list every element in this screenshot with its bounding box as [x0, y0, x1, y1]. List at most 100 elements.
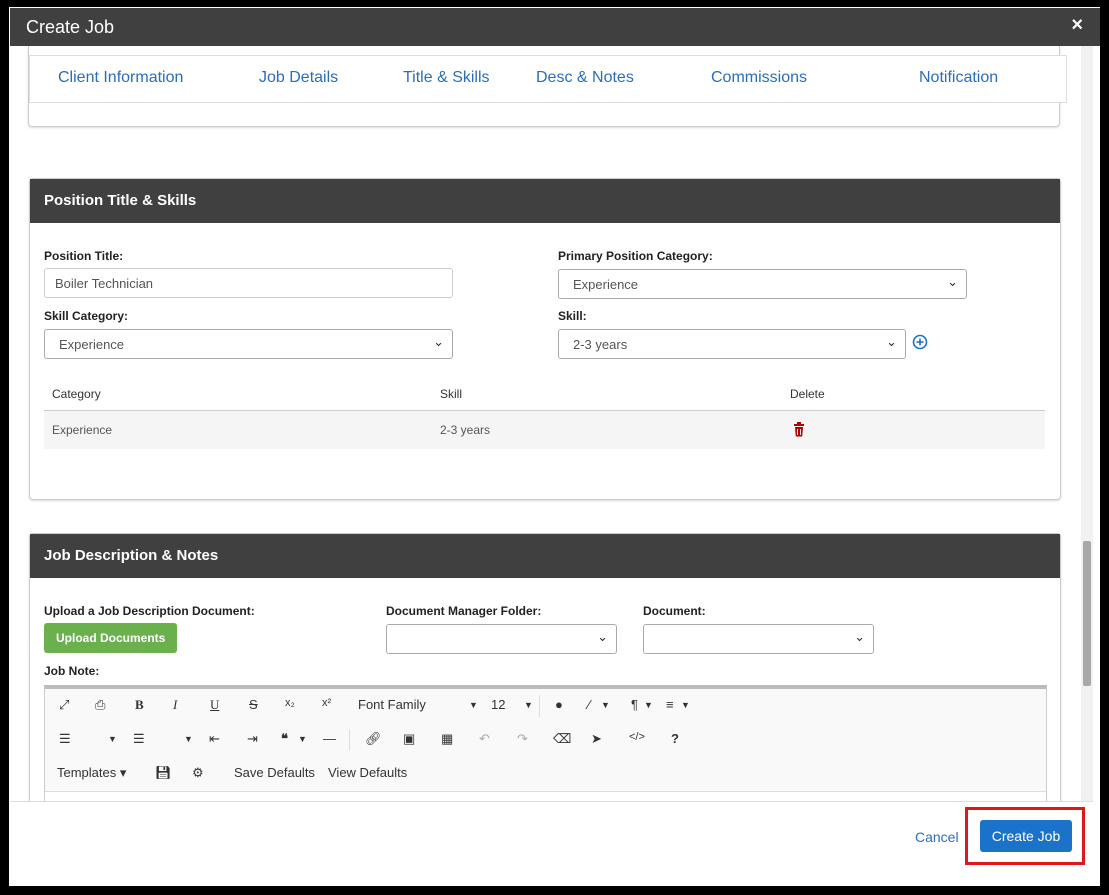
editor-toolbar-row-1: ⤢ ⎙ B I U S x₂ x² Font Family ▼ 12 ▼ ● ⁄… — [45, 689, 1046, 724]
column-header-delete: Delete — [790, 387, 825, 401]
quote-icon[interactable]: ❝ — [281, 731, 288, 747]
bold-icon[interactable]: B — [135, 697, 144, 713]
document-folder-select[interactable]: ⌄ — [386, 624, 617, 654]
redo-icon[interactable]: ↷ — [517, 731, 528, 747]
tab-commissions[interactable]: Commissions — [711, 69, 807, 87]
skill-label: Skill: — [558, 309, 587, 323]
caret-down-icon[interactable]: ▼ — [469, 700, 478, 710]
caret-down-icon: ▼ — [644, 700, 653, 710]
chevron-down-icon: ⌄ — [854, 629, 865, 644]
scrollbar-thumb[interactable] — [1083, 541, 1091, 686]
dialog-content: Client Information Job Details Title & S… — [10, 46, 1080, 801]
add-skill-icon[interactable] — [912, 334, 928, 350]
code-view-icon[interactable]: </> — [629, 731, 645, 743]
chevron-down-icon: ⌄ — [947, 274, 958, 289]
magic-wand-icon[interactable]: ⁄ — [588, 697, 590, 712]
tab-notification[interactable]: Notification — [919, 69, 998, 87]
dialog-title: Create Job — [26, 17, 115, 37]
italic-icon[interactable]: I — [173, 697, 177, 713]
row-category: Experience — [52, 423, 113, 437]
caret-down-icon[interactable]: ▼ — [108, 734, 117, 744]
horizontal-rule-icon[interactable]: — — [323, 731, 336, 746]
outdent-icon[interactable]: ⇤ — [209, 731, 220, 747]
help-icon[interactable]: ? — [671, 731, 679, 746]
pointer-icon[interactable]: ➤ — [591, 731, 602, 747]
primary-category-value: Experience — [573, 277, 639, 292]
subscript-icon[interactable]: x₂ — [285, 697, 295, 709]
column-header-skill: Skill — [440, 387, 463, 401]
unordered-list-icon[interactable]: ☰ — [133, 731, 145, 747]
underline-icon[interactable]: U — [210, 697, 219, 713]
section-header: Job Description & Notes — [30, 534, 1060, 578]
ordered-list-icon[interactable]: ☰ — [59, 731, 71, 747]
skill-select[interactable]: 2-3 years ⌄ — [558, 329, 906, 359]
link-icon[interactable]: 🔗︎ — [365, 731, 382, 747]
caret-down-icon: ▼ — [681, 700, 690, 710]
paragraph-icon[interactable]: ¶ — [631, 697, 638, 712]
upload-documents-button[interactable]: Upload Documents — [44, 623, 178, 653]
column-header-category: Category — [52, 387, 101, 401]
fullscreen-icon[interactable]: ⤢ — [59, 697, 69, 713]
job-note-label: Job Note: — [44, 664, 100, 678]
templates-dropdown[interactable]: Templates ▾ — [57, 765, 126, 781]
primary-category-select[interactable]: Experience ⌄ — [558, 269, 967, 299]
eraser-icon[interactable]: ⌫ — [553, 731, 571, 747]
strikethrough-icon[interactable]: S — [249, 697, 258, 712]
image-icon[interactable]: ▣ — [403, 731, 415, 747]
align-icon[interactable]: ≡ — [666, 697, 674, 712]
gear-icon[interactable]: ⚙ — [192, 765, 204, 781]
caret-down-icon: ▼ — [601, 700, 610, 710]
trash-icon[interactable] — [793, 422, 805, 437]
font-size-label: 12 — [491, 697, 506, 712]
toolbar-divider — [539, 695, 540, 717]
table-row: Experience 2-3 years — [44, 410, 1045, 449]
tab-client-information[interactable]: Client Information — [58, 69, 183, 87]
document-select[interactable]: ⌄ — [643, 624, 874, 654]
editor-toolbar-row-3: Templates ▾ 💾︎ ⚙ Save Defaults View Defa… — [45, 757, 1046, 792]
undo-icon[interactable]: ↶ — [479, 731, 490, 747]
section-title: Position Title & Skills — [44, 192, 197, 209]
section-header: Position Title & Skills — [30, 179, 1060, 223]
superscript-icon[interactable]: x² — [322, 697, 331, 709]
dialog-footer: Cancel Create Job — [10, 801, 1093, 888]
font-size-dropdown[interactable]: 12 — [491, 697, 505, 712]
table-icon[interactable]: ▦ — [441, 731, 453, 747]
close-icon[interactable]: × — [1071, 14, 1083, 37]
rich-text-editor: ⤢ ⎙ B I U S x₂ x² Font Family ▼ 12 ▼ ● ⁄… — [44, 685, 1047, 801]
caret-down-icon[interactable]: ▼ — [524, 700, 533, 710]
skill-category-select[interactable]: Experience ⌄ — [44, 329, 453, 359]
tab-job-details[interactable]: Job Details — [259, 69, 338, 87]
color-icon[interactable]: ● — [555, 697, 563, 712]
indent-icon[interactable]: ⇥ — [247, 731, 258, 747]
toolbar-divider — [349, 729, 350, 751]
scrollbar[interactable] — [1081, 46, 1093, 801]
caret-down-icon[interactable]: ▼ — [184, 734, 193, 744]
save-icon[interactable]: 💾︎ — [155, 765, 172, 781]
font-family-dropdown[interactable]: Font Family — [358, 697, 426, 712]
caret-down-icon: ▼ — [298, 734, 307, 744]
highlight-box — [965, 807, 1085, 865]
primary-category-label: Primary Position Category: — [558, 249, 713, 263]
window-border-left — [0, 0, 9, 895]
templates-label: Templates — [57, 765, 117, 780]
job-description-section: Job Description & Notes Upload a Job Des… — [29, 533, 1061, 801]
dialog-titlebar: Create Job × — [10, 8, 1101, 46]
tab-bar: Client Information Job Details Title & S… — [29, 55, 1067, 103]
cancel-button[interactable]: Cancel — [915, 829, 959, 845]
save-defaults-button[interactable]: Save Defaults — [234, 765, 315, 780]
view-defaults-button[interactable]: View Defaults — [328, 765, 407, 780]
skill-category-value: Experience — [59, 337, 125, 352]
chevron-down-icon: ⌄ — [597, 629, 608, 644]
window-border-right — [1100, 0, 1109, 895]
upload-label: Upload a Job Description Document: — [44, 604, 255, 618]
window-border-bottom — [0, 886, 1109, 895]
chevron-down-icon: ⌄ — [886, 334, 897, 349]
editor-toolbar-row-2: ☰ ▼ ☰ ▼ ⇤ ⇥ ❝ ▼ — 🔗︎ ▣ ▦ ↶ ↷ ⌫ ➤ </> ? — [45, 723, 1046, 758]
document-folder-label: Document Manager Folder: — [386, 604, 542, 618]
tab-desc-notes[interactable]: Desc & Notes — [536, 69, 634, 87]
position-title-label: Position Title: — [44, 249, 124, 263]
tab-title-skills[interactable]: Title & Skills — [403, 69, 490, 87]
print-icon[interactable]: ⎙ — [95, 697, 105, 713]
document-label: Document: — [643, 604, 706, 618]
position-title-input[interactable]: Boiler Technician — [44, 268, 453, 298]
